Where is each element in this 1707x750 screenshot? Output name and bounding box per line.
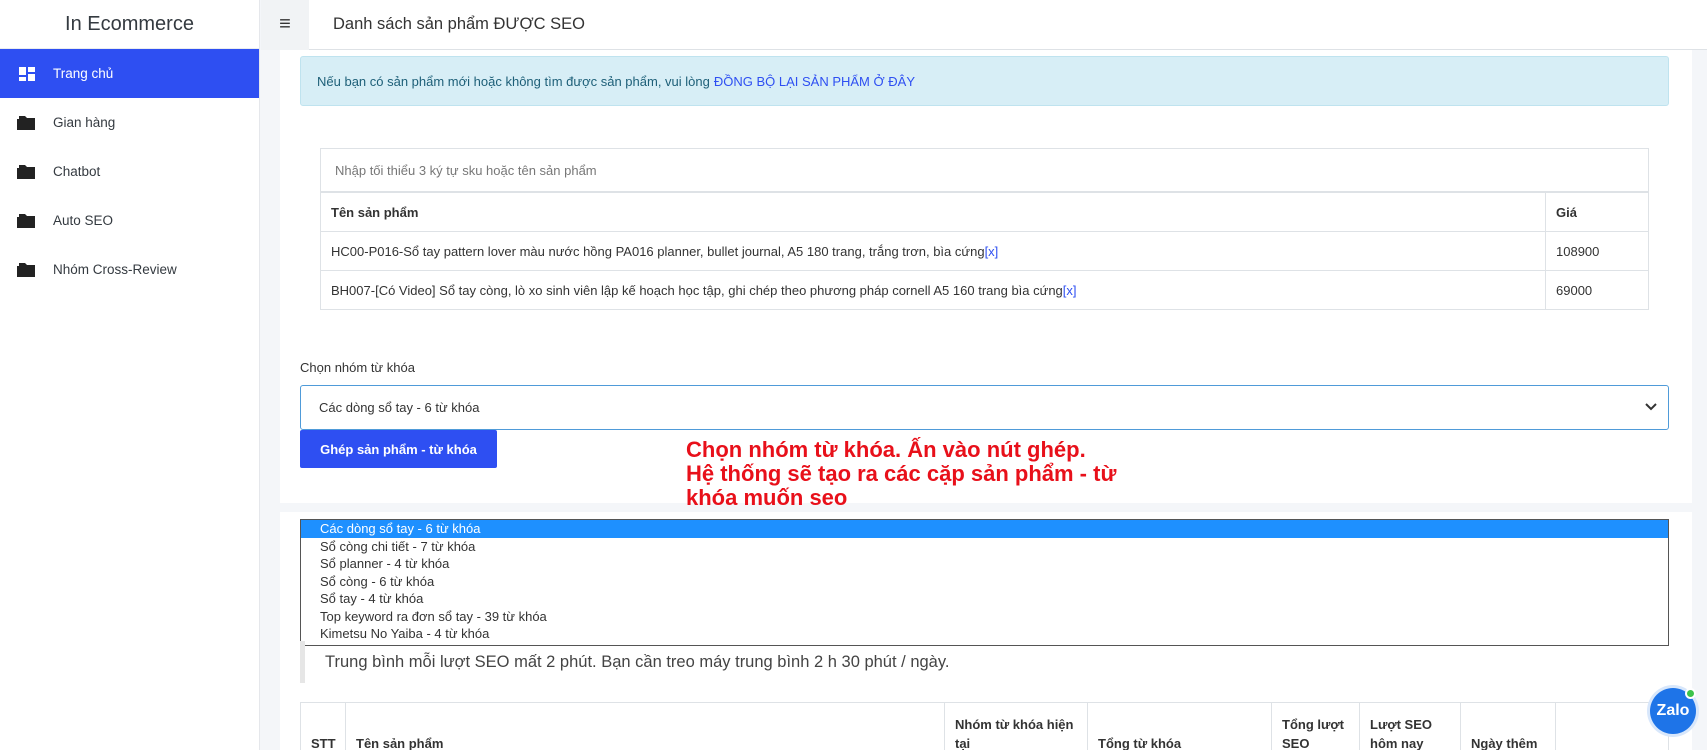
dropdown-option[interactable]: Sổ tay - 4 từ khóa — [301, 590, 1668, 608]
product-name-cell: HC00-P016-Sổ tay pattern lover màu nước … — [320, 231, 1546, 271]
page-title: Danh sách sản phẩm ĐƯỢC SEO — [333, 15, 586, 33]
product-table: Nhập tối thiểu 3 ký tự sku hoặc tên sản … — [320, 148, 1649, 310]
sidebar-item-stores[interactable]: Gian hàng — [0, 98, 259, 147]
remove-product-link[interactable]: [x] — [985, 244, 999, 259]
product-price: 108900 — [1545, 231, 1649, 271]
folder-icon — [16, 213, 38, 229]
product-name-cell: BH007-[Có Video] Sổ tay còng, lò xo sinh… — [320, 270, 1546, 310]
seo-list-header: STT Tên sản phẩm Nhóm từ khóa hiện tại T… — [300, 702, 1669, 750]
dropdown-option[interactable]: Top keyword ra đơn sổ tay - 39 từ khóa — [301, 608, 1668, 626]
match-product-keyword-button[interactable]: Ghép sản phẩm - từ khóa — [300, 430, 497, 468]
table-row: BH007-[Có Video] Sổ tay còng, lò xo sinh… — [320, 270, 1649, 310]
table-row: HC00-P016-Sổ tay pattern lover màu nước … — [320, 231, 1649, 271]
online-status-dot — [1685, 688, 1696, 699]
sidebar-item-label: Auto SEO — [53, 213, 114, 228]
product-name: HC00-P016-Sổ tay pattern lover màu nước … — [331, 243, 985, 259]
sidebar-item-chatbot[interactable]: Chatbot — [0, 147, 259, 196]
brand-logo[interactable]: In Ecommerce — [0, 0, 259, 49]
sidebar-item-label: Nhóm Cross-Review — [53, 262, 177, 277]
annotation-line: Chọn nhóm từ khóa. Ấn vào nút ghép. — [686, 437, 1086, 462]
column-header-total-seo: Tổng lượt SEO — [1272, 703, 1360, 750]
annotation-line: Hệ thống sẽ tạo ra các cặp sản phẩm - từ — [686, 461, 1117, 486]
column-header-current-group: Nhóm từ khóa hiện tại — [945, 703, 1088, 750]
remove-product-link[interactable]: [x] — [1063, 283, 1077, 298]
sidebar-item-cross-review[interactable]: Nhóm Cross-Review — [0, 245, 259, 294]
sidebar-item-label: Trang chủ — [53, 66, 114, 81]
column-header-stt: STT — [301, 703, 346, 750]
sidebar-item-auto-seo[interactable]: Auto SEO — [0, 196, 259, 245]
column-header-seo-today: Lượt SEO hôm nay — [1360, 703, 1461, 750]
sidebar: In Ecommerce Trang chủ Gian hàng Chatbot… — [0, 0, 260, 750]
product-name: BH007-[Có Video] Sổ tay còng, lò xo sinh… — [331, 282, 1063, 298]
keyword-group-dropdown: Các dòng sổ tay - 6 từ khóa Sổ còng chi … — [300, 519, 1669, 646]
product-price: 69000 — [1545, 270, 1649, 310]
column-header-date-added: Ngày thêm — [1461, 703, 1556, 750]
sidebar-item-label: Gian hàng — [53, 115, 116, 130]
folder-icon — [16, 115, 38, 131]
dropdown-option[interactable]: Sổ còng chi tiết - 7 từ khóa — [301, 538, 1668, 556]
instruction-annotation: Chọn nhóm từ khóa. Ấn vào nút ghép. Hệ t… — [686, 438, 1206, 510]
zalo-label: Zalo — [1656, 702, 1690, 719]
hamburger-icon[interactable]: ≡ — [261, 0, 309, 50]
product-search-input[interactable]: Nhập tối thiểu 3 ký tự sku hoặc tên sản … — [320, 148, 1649, 192]
alert-text: Nếu bạn có sản phẩm mới hoặc không tìm đ… — [317, 73, 710, 89]
chevron-down-icon — [1644, 399, 1658, 416]
sync-products-link[interactable]: ĐỒNG BỘ LẠI SẢN PHẨM Ở ĐÂY — [714, 74, 915, 89]
zalo-chat-button[interactable]: Zalo — [1650, 688, 1696, 734]
column-header-price: Giá — [1545, 192, 1649, 232]
dashboard-icon — [16, 66, 38, 82]
keyword-group-label: Chọn nhóm từ khóa — [300, 360, 415, 375]
dropdown-option[interactable]: Các dòng sổ tay - 6 từ khóa — [301, 520, 1668, 538]
keyword-group-select[interactable]: Các dòng sổ tay - 6 từ khóa — [300, 385, 1669, 430]
annotation-line: khóa muốn seo — [686, 485, 848, 510]
column-header-total-keywords: Tổng từ khóa — [1088, 703, 1272, 750]
dropdown-option[interactable]: Sổ planner - 4 từ khóa — [301, 555, 1668, 573]
keyword-group-selected: Các dòng sổ tay - 6 từ khóa — [319, 400, 480, 415]
seo-time-info: Trung bình mỗi lượt SEO mất 2 phút. Bạn … — [300, 641, 949, 683]
sidebar-item-label: Chatbot — [53, 164, 101, 179]
top-bar: ≡ Danh sách sản phẩm ĐƯỢC SEO — [261, 0, 1707, 50]
column-header-product: Tên sản phẩm — [346, 703, 945, 750]
dropdown-option[interactable]: Sổ còng - 6 từ khóa — [301, 573, 1668, 591]
folder-icon — [16, 262, 38, 278]
column-header-name: Tên sản phẩm — [320, 192, 1546, 232]
folder-icon — [16, 164, 38, 180]
sync-alert: Nếu bạn có sản phẩm mới hoặc không tìm đ… — [300, 56, 1669, 106]
sidebar-item-home[interactable]: Trang chủ — [0, 49, 259, 98]
dropdown-option[interactable]: Kimetsu No Yaiba - 4 từ khóa — [301, 625, 1668, 643]
